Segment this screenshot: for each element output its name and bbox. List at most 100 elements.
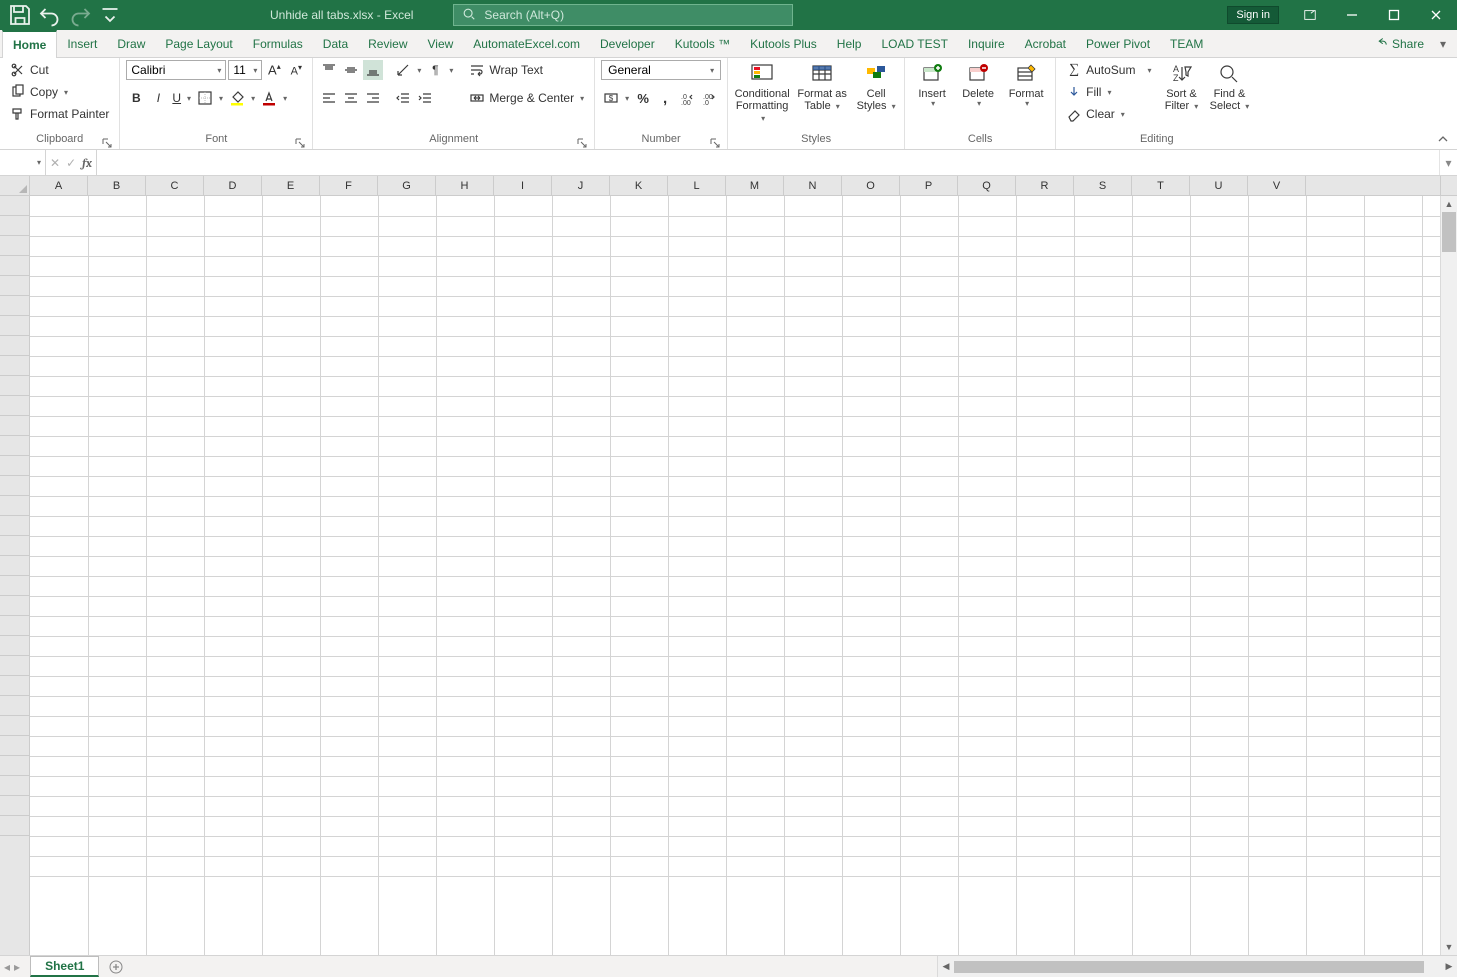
row-header[interactable] xyxy=(0,796,29,816)
column-header[interactable]: G xyxy=(378,176,436,195)
row-header[interactable] xyxy=(0,296,29,316)
merge-center-button[interactable]: Merge & Center▾ xyxy=(465,88,588,108)
undo-button[interactable] xyxy=(38,3,62,27)
conditional-formatting-button[interactable]: ConditionalFormatting ▾ xyxy=(734,60,790,133)
fill-color-button[interactable]: ▾ xyxy=(227,88,257,108)
select-all-corner[interactable] xyxy=(0,176,30,195)
chevron-down-icon[interactable]: ▾ xyxy=(417,66,421,75)
column-header[interactable]: T xyxy=(1132,176,1190,195)
sign-in-button[interactable]: Sign in xyxy=(1227,6,1279,24)
row-header[interactable] xyxy=(0,656,29,676)
column-header[interactable]: S xyxy=(1074,176,1132,195)
sheet-tab-active[interactable]: Sheet1 xyxy=(30,956,99,977)
align-center-button[interactable] xyxy=(341,88,361,108)
row-header[interactable] xyxy=(0,436,29,456)
cell-styles-button[interactable]: CellStyles ▾ xyxy=(854,60,898,133)
row-header[interactable] xyxy=(0,756,29,776)
row-header[interactable] xyxy=(0,776,29,796)
column-header[interactable]: F xyxy=(320,176,378,195)
redo-button[interactable] xyxy=(68,3,92,27)
column-header[interactable]: N xyxy=(784,176,842,195)
column-header[interactable]: C xyxy=(146,176,204,195)
column-header[interactable]: I xyxy=(494,176,552,195)
row-header[interactable] xyxy=(0,456,29,476)
sheet-nav-prev[interactable]: ◂ xyxy=(4,960,10,974)
percent-button[interactable]: % xyxy=(633,88,653,108)
underline-button[interactable]: U▾ xyxy=(170,88,193,108)
chevron-down-icon[interactable]: ▾ xyxy=(580,94,584,103)
horizontal-scroll-thumb[interactable] xyxy=(954,961,1424,973)
fill-button[interactable]: Fill▾ xyxy=(1062,82,1155,102)
column-header[interactable]: Q xyxy=(958,176,1016,195)
save-icon[interactable] xyxy=(8,3,32,27)
align-left-button[interactable] xyxy=(319,88,339,108)
tab-power-pivot[interactable]: Power Pivot xyxy=(1076,30,1160,57)
close-button[interactable] xyxy=(1415,0,1457,30)
tab-inquire[interactable]: Inquire xyxy=(958,30,1015,57)
decrease-indent-button[interactable] xyxy=(393,88,413,108)
row-header[interactable] xyxy=(0,556,29,576)
row-header[interactable] xyxy=(0,336,29,356)
new-sheet-button[interactable] xyxy=(105,956,127,977)
row-header[interactable] xyxy=(0,736,29,756)
chevron-down-icon[interactable]: ▾ xyxy=(1121,110,1125,119)
font-color-button[interactable]: ▾ xyxy=(259,88,289,108)
row-header[interactable] xyxy=(0,816,29,836)
find-select-button[interactable]: Find &Select ▾ xyxy=(1207,60,1251,133)
column-header[interactable]: L xyxy=(668,176,726,195)
qat-customize-icon[interactable] xyxy=(98,3,122,27)
row-header[interactable] xyxy=(0,236,29,256)
comma-button[interactable]: , xyxy=(655,88,675,108)
font-size-combo[interactable]: 11▾ xyxy=(228,60,262,80)
column-header[interactable]: R xyxy=(1016,176,1074,195)
row-header[interactable] xyxy=(0,216,29,236)
column-header[interactable]: P xyxy=(900,176,958,195)
maximize-button[interactable] xyxy=(1373,0,1415,30)
minimize-button[interactable] xyxy=(1331,0,1373,30)
row-header[interactable] xyxy=(0,516,29,536)
dialog-launcher-icon[interactable] xyxy=(576,137,588,149)
format-cells-button[interactable]: Format▾ xyxy=(1003,60,1049,133)
column-header[interactable]: O xyxy=(842,176,900,195)
row-header[interactable] xyxy=(0,496,29,516)
delete-cells-button[interactable]: Delete▾ xyxy=(957,60,999,133)
orientation-button[interactable]: ▾ xyxy=(393,60,423,80)
tab-help[interactable]: Help xyxy=(827,30,872,57)
bold-button[interactable]: B xyxy=(126,88,146,108)
wrap-text-button[interactable]: Wrap Text xyxy=(465,60,588,80)
tab-developer[interactable]: Developer xyxy=(590,30,665,57)
text-direction-button[interactable]: ¶▾ xyxy=(425,60,455,80)
row-header[interactable] xyxy=(0,696,29,716)
tab-insert[interactable]: Insert xyxy=(57,30,107,57)
dialog-launcher-icon[interactable] xyxy=(709,137,721,149)
borders-button[interactable]: ▾ xyxy=(195,88,225,108)
row-header[interactable] xyxy=(0,676,29,696)
format-painter-button[interactable]: Format Painter xyxy=(6,104,113,124)
share-button[interactable]: Share xyxy=(1367,32,1431,55)
font-name-combo[interactable]: Calibri▾ xyxy=(126,60,226,80)
row-header[interactable] xyxy=(0,256,29,276)
increase-decimal-button[interactable]: .0.00 xyxy=(677,88,697,108)
share-dropdown[interactable]: ▾ xyxy=(1437,37,1449,51)
column-header[interactable]: D xyxy=(204,176,262,195)
column-header[interactable]: A xyxy=(30,176,88,195)
tab-load-test[interactable]: LOAD TEST xyxy=(871,30,957,57)
row-header[interactable] xyxy=(0,476,29,496)
tab-data[interactable]: Data xyxy=(313,30,358,57)
tab-draw[interactable]: Draw xyxy=(107,30,155,57)
vertical-scrollbar[interactable]: ▲ ▼ xyxy=(1440,196,1457,955)
row-header[interactable] xyxy=(0,276,29,296)
chevron-down-icon[interactable]: ▾ xyxy=(283,94,287,103)
row-header[interactable] xyxy=(0,196,29,216)
sheet-nav-next[interactable]: ▸ xyxy=(14,960,20,974)
scroll-down-button[interactable]: ▼ xyxy=(1441,939,1457,955)
tab-formulas[interactable]: Formulas xyxy=(243,30,313,57)
chevron-down-icon[interactable]: ▾ xyxy=(64,88,68,97)
column-header[interactable]: B xyxy=(88,176,146,195)
autosum-button[interactable]: ∑ AutoSum▾ xyxy=(1062,60,1155,80)
tab-page-layout[interactable]: Page Layout xyxy=(155,30,242,57)
tab-home[interactable]: Home xyxy=(2,30,57,58)
tab-team[interactable]: TEAM xyxy=(1160,30,1213,57)
scroll-left-button[interactable]: ◀ xyxy=(938,959,954,975)
cut-button[interactable]: Cut xyxy=(6,60,113,80)
